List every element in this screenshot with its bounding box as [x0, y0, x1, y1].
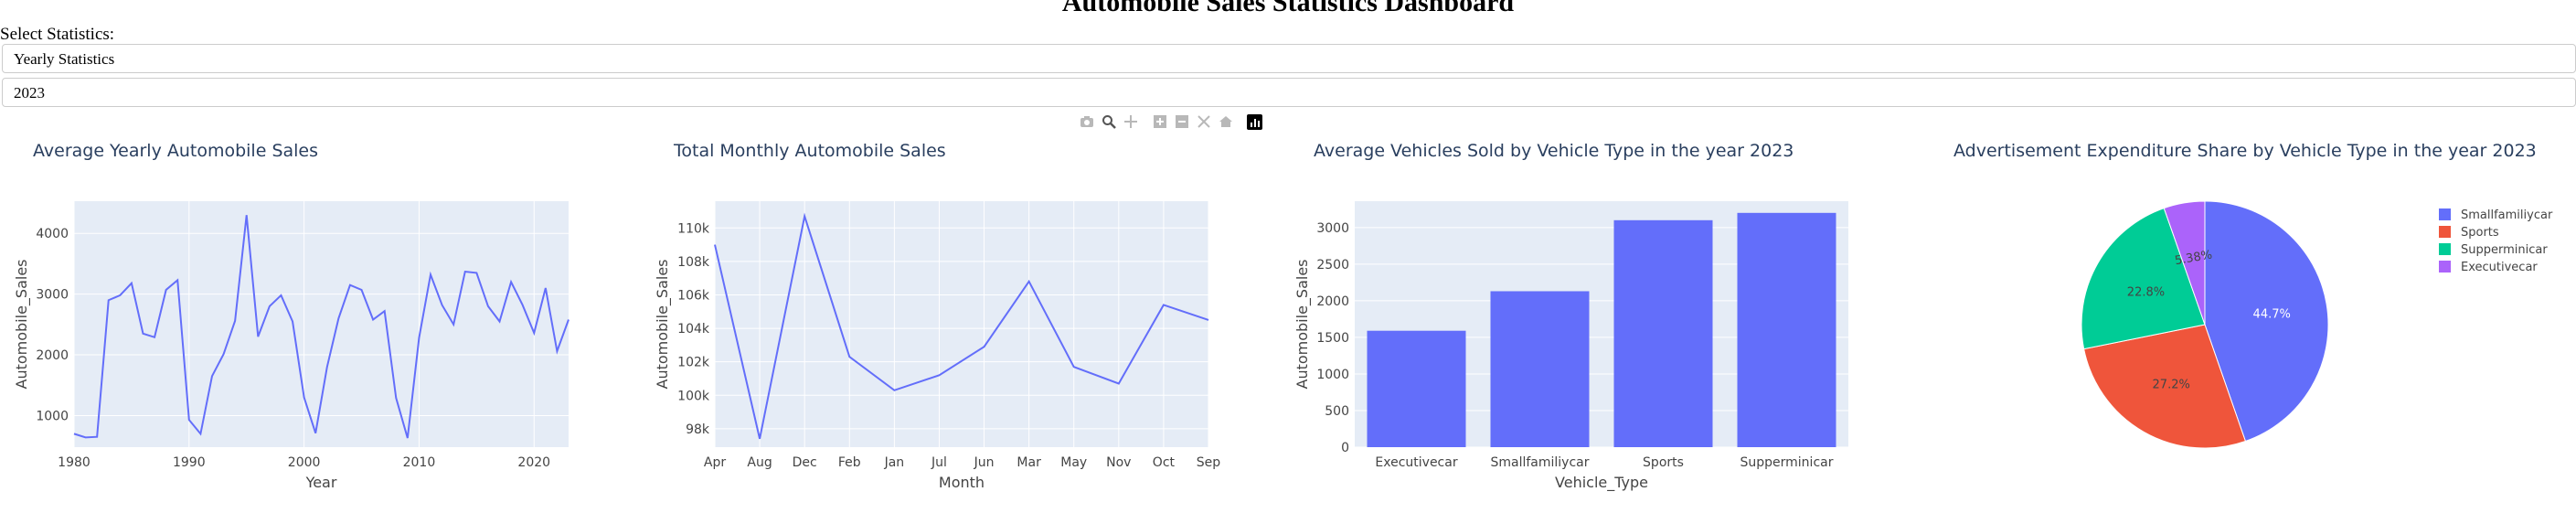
y-tick-label: 98k	[686, 422, 710, 437]
legend-label: Sports	[2461, 226, 2499, 240]
legend-swatch	[2439, 261, 2451, 273]
x-tick-label: 1990	[173, 455, 206, 470]
y-tick-label: 1500	[1316, 331, 1349, 346]
x-tick-label: Apr	[704, 455, 726, 470]
x-tick-label: 2000	[288, 455, 321, 470]
x-tick-label: Jan	[884, 455, 905, 470]
pie-value-label: 22.8%	[2127, 285, 2165, 299]
x-axis-label: Year	[305, 474, 337, 491]
x-tick-label: Sports	[1643, 455, 1684, 470]
y-tick-label: 108k	[677, 255, 710, 270]
x-tick-label: 1980	[58, 455, 90, 470]
x-tick-label: May	[1060, 455, 1087, 470]
y-tick-label: 2000	[36, 348, 69, 363]
bar	[1367, 330, 1466, 447]
x-tick-label: Jun	[974, 455, 995, 470]
legend-label: Supperminicar	[2461, 243, 2548, 257]
pie-value-label: 27.2%	[2153, 378, 2190, 391]
legend-swatch	[2439, 208, 2451, 220]
y-tick-label: 102k	[677, 356, 710, 370]
bar	[1613, 219, 1713, 447]
x-tick-label: Executivecar	[1375, 455, 1457, 470]
x-tick-label: Smallfamiliycar	[1490, 455, 1589, 470]
x-axis-label: Vehicle_Type	[1555, 474, 1648, 492]
y-tick-label: 106k	[677, 288, 710, 303]
pie-value-label: 44.7%	[2253, 308, 2291, 322]
x-tick-label: Feb	[838, 455, 861, 470]
chart-title: Average Vehicles Sold by Vehicle Type in…	[1314, 141, 1794, 161]
x-tick-label: Nov	[1106, 455, 1131, 470]
y-tick-label: 100k	[677, 389, 710, 403]
y-tick-label: 2000	[1316, 294, 1349, 309]
x-tick-label: Mar	[1017, 455, 1041, 470]
legend-swatch	[2439, 243, 2451, 255]
x-tick-label: Aug	[747, 455, 772, 470]
charts-canvas: Average Yearly Automobile Sales Total Mon…	[13, 141, 2553, 492]
bar	[1737, 212, 1836, 448]
bar	[1490, 291, 1590, 447]
y-tick-label: 4000	[36, 227, 69, 241]
x-tick-label: Sep	[1197, 455, 1221, 470]
x-tick-label: 2020	[517, 455, 550, 470]
y-tick-label: 1000	[1316, 368, 1349, 382]
y-tick-label: 500	[1325, 404, 1349, 419]
legend-label: Smallfamiliycar	[2461, 208, 2553, 222]
legend-label: Executivecar	[2461, 261, 2538, 274]
plot-area	[715, 201, 1208, 447]
y-tick-label: 2500	[1316, 258, 1349, 273]
y-tick-label: 3000	[1316, 221, 1349, 236]
x-axis-label: Month	[939, 474, 985, 491]
x-tick-label: 2010	[403, 455, 436, 470]
x-tick-label: Oct	[1153, 455, 1176, 470]
y-axis-label: Automobile_Sales	[1293, 260, 1312, 390]
y-tick-label: 1000	[36, 409, 69, 423]
plot-area	[74, 201, 569, 447]
y-tick-label: 0	[1341, 441, 1349, 455]
legend-swatch	[2439, 226, 2451, 238]
y-axis-label: Automobile_Sales	[654, 260, 672, 390]
chart-title: Average Yearly Automobile Sales	[33, 141, 318, 161]
y-tick-label: 3000	[36, 288, 69, 303]
y-tick-label: 110k	[677, 221, 710, 236]
x-tick-label: Jul	[931, 455, 947, 470]
x-tick-label: Dec	[793, 455, 817, 470]
chart-title: Total Monthly Automobile Sales	[673, 141, 946, 161]
x-tick-label: Supperminicar	[1740, 455, 1834, 470]
y-axis-label: Automobile_Sales	[13, 260, 31, 390]
chart-title: Advertisement Expenditure Share by Vehic…	[1953, 141, 2537, 161]
y-tick-label: 104k	[677, 322, 710, 337]
